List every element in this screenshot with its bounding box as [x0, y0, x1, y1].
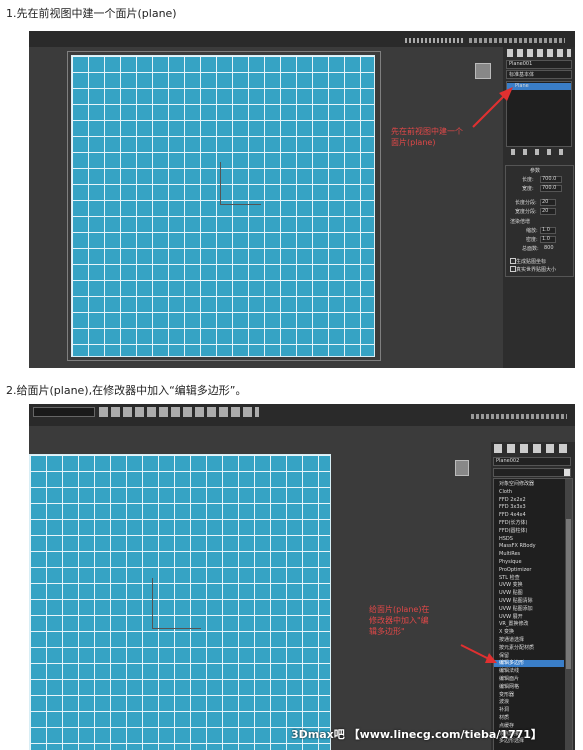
modifier-list-item[interactable]: 保留: [494, 653, 564, 660]
top-toolbar: [29, 31, 575, 47]
modifier-list-item[interactable]: UVW 变换: [494, 582, 564, 589]
density-value: 1.0: [542, 236, 550, 242]
chevron-down-icon[interactable]: [564, 469, 570, 476]
main-toolbar-icons[interactable]: [99, 407, 259, 417]
modifier-list-item[interactable]: FFD 4x4x4: [494, 512, 564, 519]
scale-value: 1.0: [542, 227, 550, 233]
length-value: 700.0: [542, 176, 557, 182]
length-segs-input[interactable]: 20: [540, 199, 556, 206]
panel-tabs[interactable]: [507, 49, 571, 57]
annotation-arrow-icon-2: [460, 644, 497, 663]
modifier-list-item[interactable]: 编辑网格: [494, 684, 564, 691]
modifier-list-item[interactable]: UVW 贴图添加: [494, 606, 564, 613]
modifier-list-item[interactable]: FFD 3x3x3: [494, 504, 564, 511]
total-faces-value: 800: [544, 245, 554, 251]
modifier-list-item[interactable]: FFD 2x2x2: [494, 497, 564, 504]
total-faces-label: 总面数:: [522, 246, 539, 252]
search-toolbar-2[interactable]: [471, 414, 567, 419]
modifier-list-item[interactable]: UVW 贴图: [494, 590, 564, 597]
modifier-list-item[interactable]: Cloth: [494, 489, 564, 496]
length-input[interactable]: 700.0: [540, 176, 562, 183]
step2-screenshot: Plane002 对象空间修改器 Cloth FFD 2x2x2 FFD 3x3x3 F…: [29, 404, 575, 750]
modifier-list-scrollbar[interactable]: [565, 479, 572, 750]
scrollbar-thumb[interactable]: [566, 519, 571, 669]
modifier-list-item[interactable]: MassFX RBody: [494, 543, 564, 550]
command-panel-2: Plane002 对象空间修改器 Cloth FFD 2x2x2 FFD 3x3x3 F…: [491, 442, 575, 750]
length-segs-label: 长度分段:: [515, 200, 537, 206]
length-label: 长度:: [522, 177, 534, 183]
top-toolbar-2: [29, 404, 575, 426]
modifier-list-item[interactable]: 编辑面片: [494, 676, 564, 683]
modifier-list-item[interactable]: HSDS: [494, 536, 564, 543]
modifier-list-item[interactable]: UVW 展开: [494, 614, 564, 621]
width-segs-value: 20: [542, 208, 549, 214]
modifier-list[interactable]: 对象空间修改器 Cloth FFD 2x2x2 FFD 3x3x3 FFD 4x4x4 F…: [493, 478, 573, 750]
modifier-list-header: 对象空间修改器: [499, 481, 535, 487]
selection-dropdown[interactable]: [33, 407, 95, 417]
render-section-label: 渲染倍增: [510, 219, 531, 225]
annotation-text: 先在前视图中建一个 面片(plane): [391, 127, 463, 147]
modifier-list-item[interactable]: 按元素分配材质: [494, 645, 564, 652]
step1-caption: 1.先在前视图中建一个面片(plane): [6, 7, 177, 20]
rollout-title: 参数: [530, 168, 541, 174]
modifier-list-item[interactable]: STL 检查: [494, 575, 564, 582]
type-dropdown[interactable]: 标准基本体: [506, 70, 572, 79]
search-toolbar[interactable]: [469, 38, 565, 43]
viewcube-icon[interactable]: [475, 63, 491, 79]
length-segs-value: 20: [542, 199, 549, 205]
viewport-frame: [67, 51, 381, 361]
stack-buttons[interactable]: [511, 149, 567, 155]
realworld-label: 真实世界贴图大小: [516, 267, 557, 273]
step2-caption: 2.给面片(plane),在修改器中加入“编辑多边形”。: [6, 384, 247, 397]
step1-screenshot: Plane001 标准基本体 Plane 参数 长度: 700.0 宽度: 70…: [29, 31, 575, 368]
object-name-2: Plane002: [496, 458, 520, 464]
annotation-text-2: 给面片(plane)在 修改器中加入"编 辑多边形": [369, 605, 430, 636]
modifier-list-item[interactable]: 材质: [494, 715, 564, 722]
density-input[interactable]: 1.0: [540, 236, 556, 243]
density-label: 密度:: [526, 237, 538, 243]
modifier-list-item[interactable]: VR_置换修改: [494, 621, 564, 628]
width-segs-input[interactable]: 20: [540, 208, 556, 215]
axis-gizmo-2: [152, 578, 201, 629]
scale-label: 缩放:: [526, 228, 538, 234]
panel-tabs-2[interactable]: [494, 444, 570, 453]
modifier-list-item[interactable]: 按通道选择: [494, 637, 564, 644]
modifier-list-dropdown[interactable]: [493, 468, 571, 477]
object-name: Plane001: [509, 61, 533, 67]
modifier-list-item[interactable]: FFD(长方体): [494, 520, 564, 527]
width-input[interactable]: 700.0: [540, 185, 562, 192]
toolbar-icons[interactable]: [405, 38, 465, 43]
object-name-field[interactable]: Plane001: [506, 60, 572, 69]
modifier-list-item[interactable]: Physique: [494, 559, 564, 566]
modifier-list-item[interactable]: 编辑法线: [494, 668, 564, 675]
scale-input[interactable]: 1.0: [540, 227, 556, 234]
axis-gizmo: [220, 162, 261, 205]
modifier-list-item[interactable]: X 变换: [494, 629, 564, 636]
watermark-text: 3Dmax吧 【www.linecg.com/tieba/1771】: [291, 728, 542, 741]
annotation-arrow-icon: [472, 87, 513, 128]
modifier-list-item[interactable]: 变形器: [494, 692, 564, 699]
modifier-list-item[interactable]: UVW 贴图清除: [494, 598, 564, 605]
mapping-label: 生成贴图坐标: [516, 259, 547, 265]
type-dropdown-value: 标准基本体: [509, 72, 535, 78]
width-value: 700.0: [542, 185, 557, 191]
viewcube-icon-2[interactable]: [455, 460, 469, 476]
modifier-list-item[interactable]: 波浪: [494, 699, 564, 706]
width-label: 宽度:: [522, 186, 534, 192]
params-rollout: 参数 长度: 700.0 宽度: 700.0 长度分段: 20 宽度分段: 20…: [505, 165, 574, 277]
width-segs-label: 宽度分段:: [515, 209, 537, 215]
object-name-field-2[interactable]: Plane002: [493, 457, 571, 466]
modifier-list-item[interactable]: MultiRes: [494, 551, 564, 558]
modifier-list-item[interactable]: ProOptimizer: [494, 567, 564, 574]
modifier-list-item[interactable]: FFD(圆柱体): [494, 528, 564, 535]
modifier-list-item[interactable]: 编辑多边形: [494, 660, 564, 668]
modifier-list-item[interactable]: 补洞: [494, 707, 564, 714]
